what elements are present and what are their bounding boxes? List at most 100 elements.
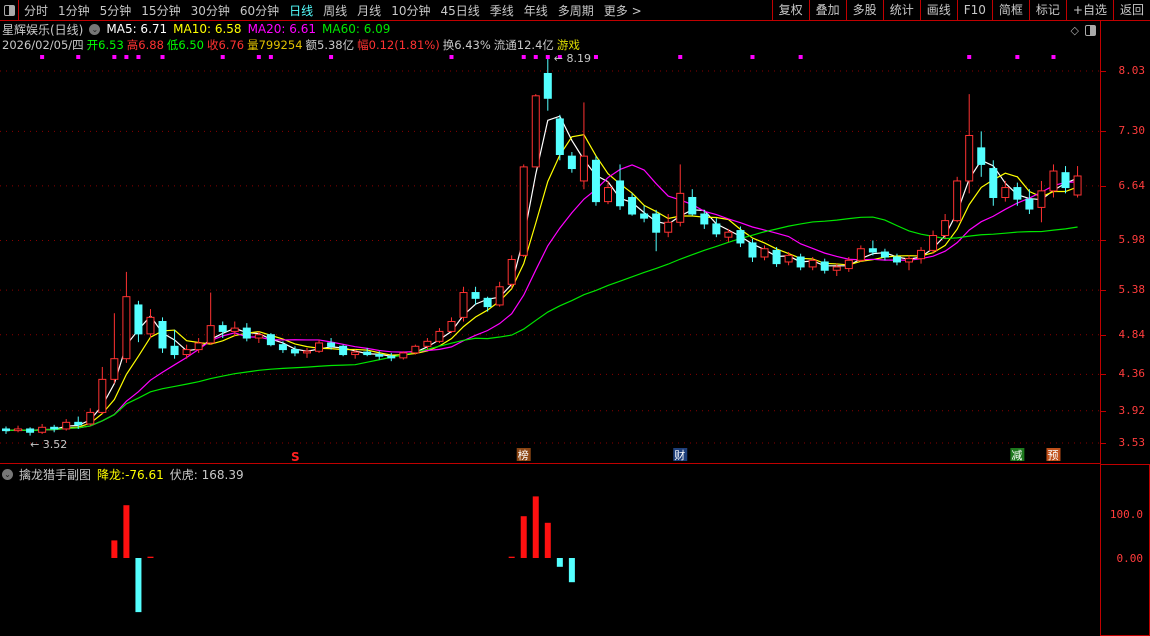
candle-body	[989, 168, 998, 198]
tool-button[interactable]: 叠加	[808, 0, 846, 20]
tick-mark	[1101, 240, 1106, 242]
candle-body	[832, 266, 841, 271]
indicator-bar	[111, 540, 118, 558]
period-tab[interactable]: 10分钟	[386, 2, 435, 19]
jianglong-label: 降龙	[97, 468, 122, 482]
sub-chart-title: 擒龙猎手副图	[19, 468, 92, 482]
candle-body	[1049, 170, 1058, 192]
candle-body	[230, 327, 239, 332]
signal-dot	[521, 55, 526, 59]
right-tools: 复权 叠加 多股 统计 画线 F10 简框 标记 +自选 返回	[771, 0, 1150, 20]
tick-mark	[1101, 131, 1106, 133]
candle-body	[820, 261, 829, 271]
candle-body	[110, 358, 119, 380]
tick-mark	[1101, 374, 1106, 376]
candle-body	[2, 428, 10, 432]
ma5-line	[5, 115, 1078, 432]
jianglong-value: -76.61	[125, 468, 164, 482]
candle-body	[435, 330, 444, 342]
candle-body	[856, 248, 865, 261]
candle-body	[158, 320, 167, 349]
tool-button[interactable]: F10	[956, 0, 992, 20]
price-tick: 4.84	[1118, 327, 1146, 341]
event-marker[interactable]: 财	[674, 448, 685, 462]
period-tab[interactable]: 月线	[352, 2, 386, 19]
event-marker[interactable]: 减	[1011, 449, 1022, 462]
tool-button[interactable]: 简框	[991, 0, 1029, 20]
kline-chart[interactable]: ← 8.19 ← 3.52 S 榜 财 减 预	[0, 21, 1100, 636]
candle-body	[784, 254, 793, 263]
candle-body	[616, 180, 625, 207]
signal-dot	[1015, 55, 1020, 59]
sidebar-toggle-button[interactable]	[0, 0, 19, 20]
tool-button[interactable]: 统计	[882, 0, 920, 20]
period-tab[interactable]: 年线	[519, 2, 553, 19]
period-tab[interactable]: 多周期	[553, 2, 599, 19]
signal-dot	[750, 55, 755, 59]
tool-button[interactable]: 画线	[919, 0, 957, 20]
tool-button[interactable]: 复权	[771, 0, 809, 20]
candle-body	[26, 428, 35, 433]
candle-body	[688, 196, 697, 215]
candle-body	[483, 297, 492, 308]
indicator-bar	[544, 522, 551, 558]
candle-body	[917, 249, 926, 260]
event-marker[interactable]: 榜	[518, 448, 529, 462]
candle-body	[604, 187, 612, 203]
candle-body	[14, 428, 23, 432]
sub-axis-box: 100.0 0.00	[1100, 464, 1150, 636]
candle-body	[748, 242, 757, 258]
indicator-bar	[123, 505, 130, 558]
candle-body	[182, 349, 191, 356]
period-tab[interactable]: 季线	[485, 2, 519, 19]
candle-body	[170, 345, 179, 356]
candle-body	[327, 342, 336, 347]
period-tab[interactable]: 15分钟	[136, 2, 185, 19]
price-tick: 7.30	[1118, 124, 1146, 138]
period-tab[interactable]: 分时	[19, 2, 53, 19]
indicator-bar	[568, 558, 575, 583]
signal-dot	[678, 55, 683, 59]
tool-button[interactable]: 标记	[1028, 0, 1066, 20]
sell-signal-marker: S	[291, 450, 300, 464]
period-tab[interactable]: 周线	[318, 2, 352, 19]
sub-chart-header: ⌄ 擒龙猎手副图 降龙:-76.61 伏虎: 168.39	[2, 466, 244, 483]
period-tab[interactable]: 5分钟	[95, 2, 137, 19]
period-tab[interactable]: 日线	[284, 2, 318, 19]
signal-dot	[449, 55, 454, 59]
candle-body	[844, 259, 853, 270]
candle-body	[579, 155, 588, 182]
panel-divider	[0, 463, 1100, 464]
candle-body	[122, 296, 131, 360]
event-marker[interactable]: 预	[1047, 449, 1058, 462]
tick-mark	[1101, 71, 1106, 72]
period-tab[interactable]: 45日线	[435, 2, 484, 19]
tool-button[interactable]: 返回	[1112, 0, 1150, 20]
candle-body	[339, 345, 348, 356]
fuhu-value: 168.39	[201, 468, 244, 482]
candle-body	[724, 231, 733, 238]
price-tick: 4.36	[1118, 367, 1146, 381]
signal-dot	[967, 55, 972, 59]
candle-body	[736, 230, 745, 244]
signal-dot	[124, 55, 129, 59]
tool-button[interactable]: +自选	[1065, 0, 1113, 20]
tool-button[interactable]: 多股	[845, 0, 883, 20]
chevron-down-icon[interactable]: ⌄	[2, 469, 13, 480]
candle-body	[892, 256, 901, 263]
candle-body	[447, 320, 456, 332]
fuhu-label: 伏虎	[169, 468, 194, 482]
period-tab[interactable]: 1分钟	[53, 2, 95, 19]
candle-body	[868, 248, 877, 253]
tick-mark	[1101, 290, 1106, 292]
tick-mark	[1101, 185, 1106, 187]
signal-dot	[1051, 55, 1056, 59]
candle-body	[1001, 187, 1010, 198]
period-tab[interactable]: 60分钟	[235, 2, 284, 19]
period-tab[interactable]: 30分钟	[186, 2, 235, 19]
sub-tick: 100.0	[1109, 508, 1143, 521]
period-tab[interactable]: 更多 >	[599, 2, 647, 19]
candle-body	[303, 350, 311, 354]
sub-tick: 0.00	[1116, 552, 1144, 565]
candle-body	[218, 325, 227, 332]
